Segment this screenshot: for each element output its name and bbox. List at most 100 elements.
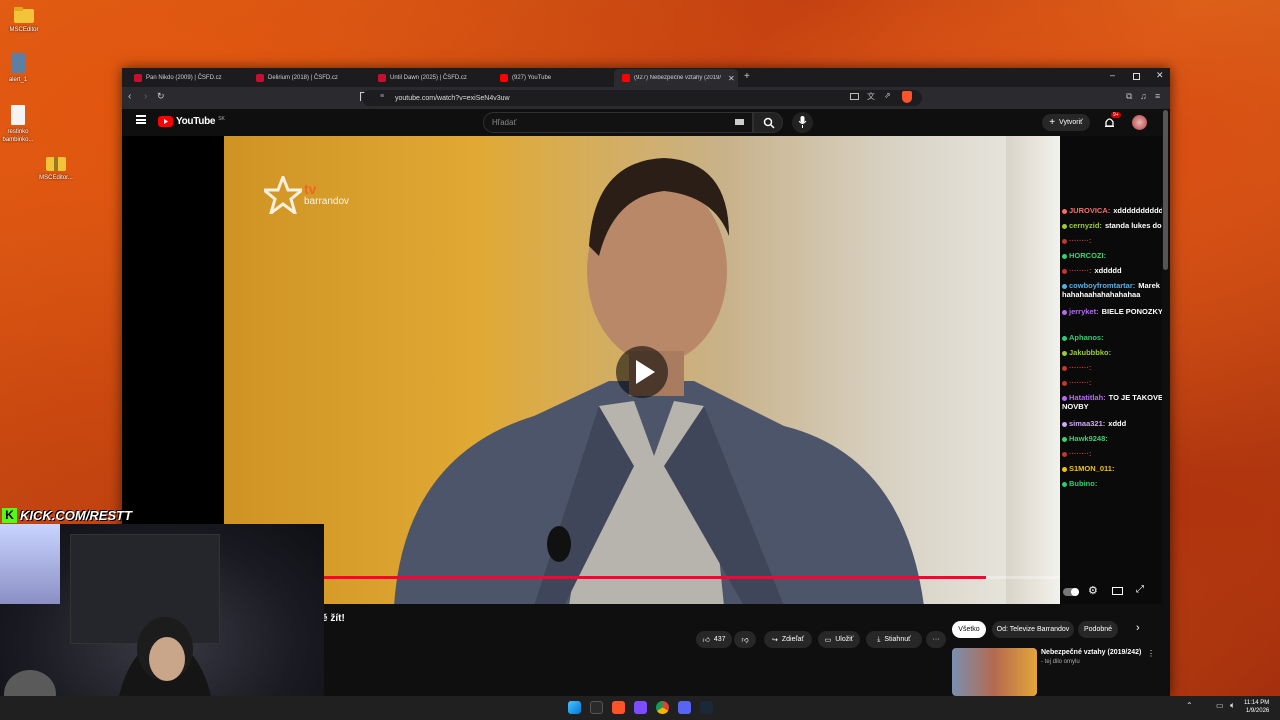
tab-label: Until Dawn (2025) | ČSFD.cz	[390, 75, 467, 81]
share-button[interactable]: ↪ Zdieľať	[764, 631, 812, 648]
chat-username: S1MON_011:	[1069, 464, 1115, 473]
chat-username: Hatatitlah:	[1069, 393, 1106, 402]
plus-icon: +	[1049, 117, 1056, 128]
tab-pan-nikdo[interactable]: Pan Nikdo (2009) | ČSFD.cz	[126, 69, 244, 87]
desktop-icon-msceditor[interactable]: MSCEditor	[0, 6, 48, 34]
close-tab-icon[interactable]: ✕	[728, 74, 735, 83]
search-icon	[763, 117, 775, 129]
chat-badge-icon	[1062, 283, 1067, 289]
save-button[interactable]: ▭ Uložiť	[818, 631, 860, 648]
extensions-icon[interactable]: ⧉	[1126, 91, 1132, 102]
notification-badge: 9+	[1111, 112, 1121, 118]
brave-icon[interactable]	[612, 701, 625, 714]
hamburger-icon[interactable]	[136, 115, 146, 124]
chat-text: standa lukes dosel	[1104, 221, 1162, 230]
tab-nebezpecne-vztahy[interactable]: (927) Nebezpečné vztahy (2019/ ✕	[614, 69, 738, 87]
chat-message: ········:	[1062, 236, 1162, 245]
voice-search-button[interactable]	[792, 112, 813, 133]
site-settings-icon[interactable]: ≡	[380, 93, 384, 100]
cast-icon[interactable]	[850, 93, 859, 100]
channel-watermark: tv barrandov	[264, 176, 349, 214]
save-icon: ▭	[824, 636, 832, 644]
terminal-icon[interactable]	[590, 701, 603, 714]
search-button[interactable]	[753, 112, 783, 133]
tab-delirium[interactable]: Delirium (2018) | ČSFD.cz	[248, 69, 366, 87]
chip-all[interactable]: Všetko	[952, 621, 986, 638]
steam-icon[interactable]	[700, 701, 713, 714]
chrome-icon[interactable]	[656, 701, 669, 714]
chat-badge-icon	[1062, 335, 1067, 341]
watermark-tv: tv	[304, 181, 317, 197]
tab-until-dawn[interactable]: Until Dawn (2025) | ČSFD.cz	[370, 69, 488, 87]
media-icon[interactable]: ♫	[1140, 91, 1147, 101]
avatar[interactable]	[1132, 115, 1147, 130]
discord-icon[interactable]	[678, 701, 691, 714]
share-page-icon[interactable]: ⇗	[884, 91, 891, 100]
chat-badge-icon	[1062, 436, 1067, 442]
volume-icon[interactable]: 🔈︎	[1230, 700, 1235, 711]
translate-icon[interactable]: 文	[867, 91, 875, 102]
tab-label: (927) Nebezpečné vztahy (2019/	[634, 75, 722, 81]
chat-message: ········:	[1062, 378, 1162, 387]
play-button[interactable]	[616, 346, 668, 398]
chat-username: cowboyfromtartar:	[1069, 281, 1136, 290]
like-button[interactable]: 👍︎ 437	[696, 631, 732, 648]
tab-youtube[interactable]: (927) YouTube	[492, 69, 610, 87]
recommended-title[interactable]: Nebezpečné vztahy (2019/242)	[1041, 649, 1141, 656]
network-icon[interactable]: ▭	[1216, 701, 1224, 710]
progress-track[interactable]	[324, 576, 1060, 579]
thumbs-down-icon: 👎︎	[741, 637, 749, 644]
desktop-icon-restinko[interactable]: restinko bambinko...	[0, 104, 42, 144]
video-frame[interactable]: tv barrandov	[224, 136, 1060, 606]
url-field[interactable]: ≡ youtube.com/watch?v=exiSeN4v3uw	[362, 90, 922, 106]
tray-chevron-icon[interactable]: ⌃	[1186, 701, 1193, 710]
chat-username: HORCOZI:	[1069, 251, 1107, 260]
play-icon	[636, 360, 655, 384]
download-icon: ⤓	[877, 635, 881, 643]
forward-icon[interactable]: ›	[144, 91, 147, 102]
desktop-icon-alert[interactable]: alert_1	[0, 52, 42, 84]
download-label: Stiahnuť	[884, 636, 911, 643]
youtube-logo[interactable]: YouTube SK	[158, 116, 225, 127]
dislike-button[interactable]: 👎︎	[734, 631, 756, 648]
theater-mode-icon[interactable]	[1112, 587, 1123, 595]
more-actions-button[interactable]: ···	[926, 631, 946, 648]
new-tab-button[interactable]: +	[744, 71, 750, 82]
chat-badge-icon	[1062, 365, 1067, 371]
chip-related[interactable]: Podobné	[1078, 621, 1118, 638]
fullscreen-icon[interactable]: ⤢	[1136, 584, 1144, 595]
clock[interactable]: 11:14 PM 1/9/2026	[1244, 699, 1269, 715]
youtube-icon	[500, 74, 508, 82]
chat-username: ········:	[1069, 236, 1092, 245]
notifications-button[interactable]: 9+	[1104, 112, 1121, 134]
close-window-icon[interactable]: ✕	[1156, 70, 1164, 81]
document-icon	[11, 105, 25, 125]
thumbs-up-icon: 👍︎	[702, 637, 710, 644]
app-icon[interactable]	[634, 701, 647, 714]
kick-url: KICK.COM/RESTT	[20, 507, 132, 523]
autoplay-toggle[interactable]	[1063, 588, 1079, 596]
settings-gear-icon[interactable]: ⚙	[1088, 584, 1098, 597]
search-input[interactable]: Hľadať	[483, 112, 753, 133]
maximize-icon[interactable]	[1133, 73, 1140, 80]
reload-icon[interactable]: ↻	[157, 91, 165, 102]
brave-shield-icon[interactable]	[902, 91, 912, 103]
minimize-icon[interactable]: –	[1110, 70, 1115, 80]
kick-logo-icon: K	[2, 507, 17, 523]
recommended-more-icon[interactable]: ⋮	[1147, 649, 1155, 658]
youtube-play-logo-icon	[158, 116, 173, 127]
back-icon[interactable]: ‹	[128, 91, 131, 102]
chips-next-icon[interactable]: ›	[1136, 622, 1140, 634]
chip-from-channel[interactable]: Od: Televize Barrandov	[992, 621, 1074, 638]
chat-message: cowboyfromtartar:Marek parek hahahaahaha…	[1062, 281, 1162, 299]
download-button[interactable]: ⤓ Stiahnuť	[866, 631, 922, 648]
page-scrollbar[interactable]	[1163, 110, 1168, 270]
menu-icon[interactable]: ≡	[1155, 91, 1160, 101]
keyboard-icon[interactable]	[735, 119, 744, 125]
create-button[interactable]: + Vytvoriť	[1042, 114, 1090, 131]
desktop-icon-msceditor-zip[interactable]: MSCEditor...	[32, 154, 80, 182]
recommended-thumbnail[interactable]	[952, 648, 1037, 696]
windows-start-icon[interactable]	[568, 701, 581, 714]
chat-badge-icon	[1062, 208, 1067, 214]
chat-username: simaa321:	[1069, 419, 1106, 428]
